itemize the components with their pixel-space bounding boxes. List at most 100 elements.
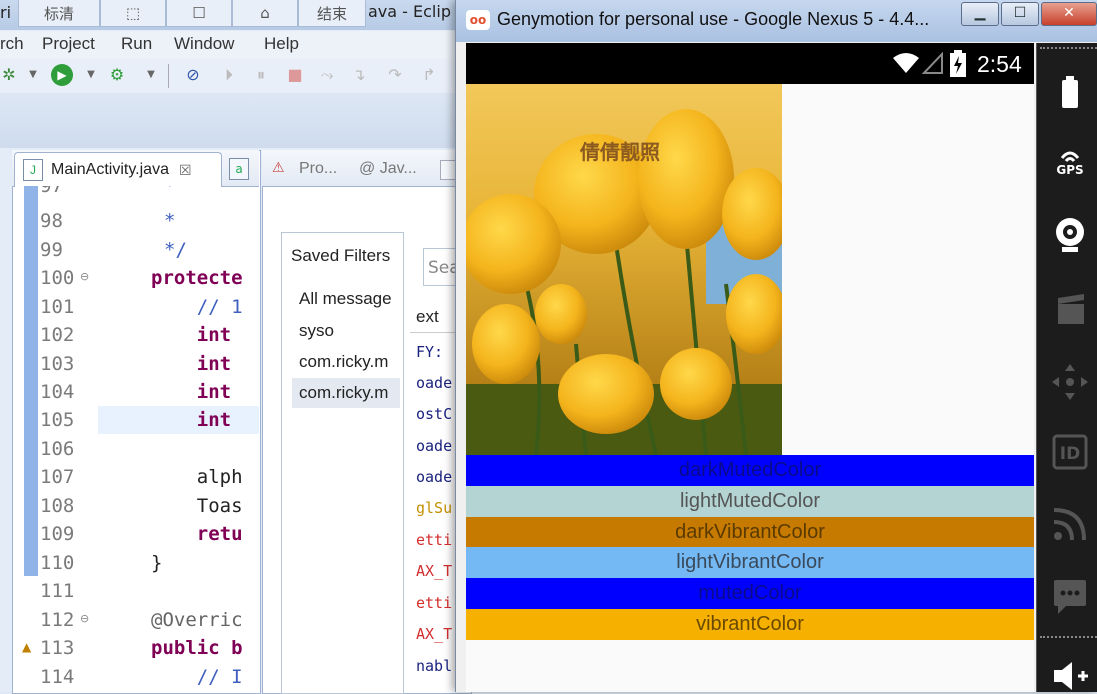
menu-project[interactable]: Project xyxy=(42,34,95,54)
close-button[interactable]: ✕ xyxy=(1041,2,1097,26)
line-number: 111 xyxy=(40,580,75,602)
sms-icon[interactable] xyxy=(1050,576,1090,616)
wifi-icon xyxy=(893,53,919,73)
end-tab[interactable]: 结束 xyxy=(298,0,366,27)
swatch-dark-muted: darkMutedColor xyxy=(466,455,1034,486)
window-tab[interactable]: ☐ xyxy=(166,0,232,27)
tab-problems[interactable]: Pro... xyxy=(299,160,337,178)
maximize-button[interactable]: ☐ xyxy=(1001,2,1039,26)
battery-charging-icon xyxy=(950,50,966,77)
code-line: 99 */ xyxy=(24,236,259,264)
line-number: 103 xyxy=(40,353,75,375)
volume-up-icon[interactable] xyxy=(1050,658,1090,692)
step-return-icon[interactable]: ↱ xyxy=(420,66,438,84)
code-line: 101 // 1 xyxy=(24,293,259,321)
code-line: 108 Toas xyxy=(24,492,259,520)
step-over-icon[interactable]: ↷ xyxy=(386,66,404,84)
move-icon[interactable] xyxy=(1050,362,1090,402)
fullscreen-tab[interactable]: ⬚ xyxy=(100,0,166,27)
swatch-dark-vibrant: darkVibrantColor xyxy=(466,517,1034,548)
code-area[interactable]: 97 * 98 * 99 */ 100 protecte 101 // 1 102 in… xyxy=(24,186,259,692)
code-line: 113 public b xyxy=(24,634,259,662)
status-time: 2:54 xyxy=(977,51,1022,77)
square-icon: ☐ xyxy=(192,4,206,22)
menu-window[interactable]: Window xyxy=(174,34,234,54)
home-tab[interactable]: ⌂ xyxy=(232,0,298,27)
filter-item[interactable]: All message xyxy=(292,284,400,314)
line-number: 114 xyxy=(40,666,75,688)
code-text: alph xyxy=(151,466,243,488)
line-number: 102 xyxy=(40,324,75,346)
gps-label: GPS xyxy=(1056,163,1084,177)
code-text: */ xyxy=(164,239,187,261)
line-number: 97 xyxy=(40,186,63,197)
layout-file-icon[interactable]: a xyxy=(229,158,249,180)
menu-search[interactable]: rch xyxy=(0,34,24,54)
code-text: @Overric xyxy=(151,609,243,631)
line-number: 101 xyxy=(40,296,75,318)
fold-minus-icon[interactable]: ⊖ xyxy=(80,270,89,283)
code-text: // I xyxy=(151,666,243,688)
editor-tab-label: MainActivity.java xyxy=(51,161,169,178)
log-column-header[interactable]: ext xyxy=(416,307,439,327)
window-title: Genymotion for personal use - Google Nex… xyxy=(497,9,930,29)
signal-icon xyxy=(922,52,943,74)
menu-run[interactable]: Run xyxy=(121,34,152,54)
eclipse-title-fragment: ri xyxy=(0,3,12,22)
code-text: * xyxy=(164,210,176,232)
screencast-icon[interactable] xyxy=(1050,290,1090,330)
code-line: 98 * xyxy=(24,207,259,235)
chevron-down-icon[interactable]: ▼ xyxy=(142,66,160,84)
battery-icon[interactable] xyxy=(1050,72,1090,112)
expand-icon: ⬚ xyxy=(125,4,141,22)
code-line: 114 // I xyxy=(24,663,259,691)
chevron-down-icon[interactable]: ▼ xyxy=(82,66,100,84)
swatch-muted: mutedColor xyxy=(466,578,1034,609)
code-line: 104 int xyxy=(24,378,259,406)
problems-icon: ⚠ xyxy=(272,160,285,176)
line-number: 110 xyxy=(40,552,75,574)
run-icon[interactable]: ▶ xyxy=(51,64,73,86)
line-number: 109 xyxy=(40,523,75,545)
photo-caption: 倩倩靓照 xyxy=(580,140,660,164)
line-number: 113 xyxy=(40,637,75,659)
fold-minus-icon[interactable]: ⊖ xyxy=(80,612,89,625)
resume-icon[interactable]: ⏵ xyxy=(220,66,238,84)
code-line: 102 int xyxy=(24,321,259,349)
code-line: 103 int xyxy=(24,350,259,378)
line-number: 108 xyxy=(40,495,75,517)
step-into-icon[interactable]: ↴ xyxy=(350,66,368,84)
menu-help[interactable]: Help xyxy=(264,34,299,54)
suspend-icon[interactable]: ⏸ xyxy=(252,66,270,84)
filter-item[interactable]: com.ricky.m xyxy=(292,347,400,377)
terminate-icon[interactable]: ■ xyxy=(286,66,304,84)
quality-tab[interactable]: 标清 xyxy=(18,0,100,27)
line-number: 100 xyxy=(40,267,75,289)
debug-icon[interactable]: ✲ xyxy=(0,66,18,84)
code-line: 107 alph xyxy=(24,463,259,491)
skip-breakpoints-icon[interactable]: ⊘ xyxy=(184,66,202,84)
code-line: 112 @Overric xyxy=(24,606,259,634)
override-marker-icon: ▲ xyxy=(22,640,32,654)
line-number: 106 xyxy=(40,438,75,460)
external-tools-icon[interactable]: ⚙ xyxy=(108,66,126,84)
rss-icon[interactable] xyxy=(1050,504,1090,544)
code-text: int xyxy=(151,324,232,346)
line-number: 98 xyxy=(40,210,63,232)
webcam-icon[interactable] xyxy=(1050,214,1090,254)
filter-item[interactable]: syso xyxy=(292,316,400,346)
tab-javadoc[interactable]: @ Jav... xyxy=(359,160,417,178)
line-number: 104 xyxy=(40,381,75,403)
minimize-button[interactable]: ▁ xyxy=(961,2,999,26)
filter-item-selected[interactable]: com.ricky.m xyxy=(292,378,400,408)
code-text: * xyxy=(164,186,176,197)
code-text: Toas xyxy=(151,495,243,517)
disconnect-icon[interactable]: ⤳ xyxy=(318,66,336,84)
device-id-icon[interactable]: ID xyxy=(1050,432,1090,472)
chevron-down-icon[interactable]: ▼ xyxy=(24,66,42,84)
close-icon[interactable]: ☒ xyxy=(179,162,192,179)
editor-tab-mainactivity[interactable]: J MainActivity.java ☒ xyxy=(14,152,222,187)
line-number: 105 xyxy=(40,409,75,431)
genymotion-logo-icon: oo xyxy=(466,10,490,30)
eclipse-title: ava - Eclip xyxy=(368,2,451,21)
